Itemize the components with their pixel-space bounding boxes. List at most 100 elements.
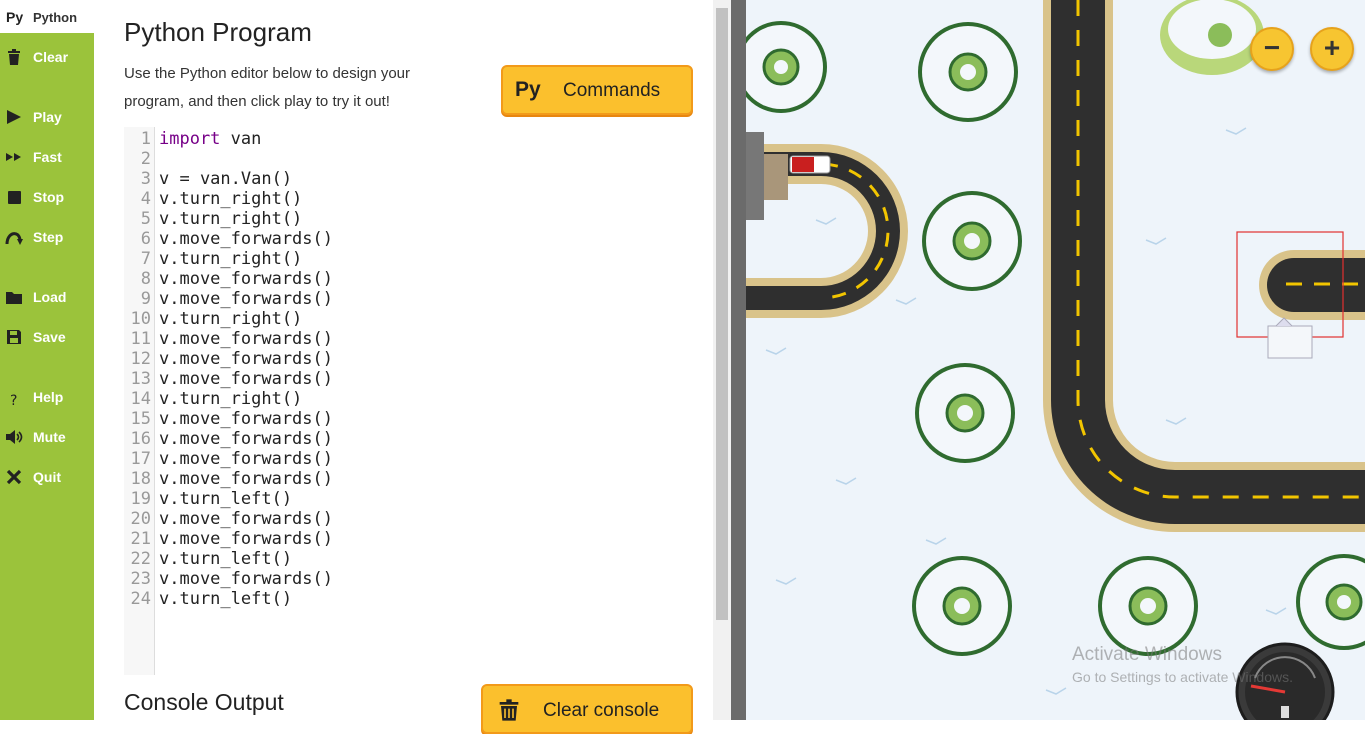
code-line[interactable]: 13 v.move_forwards() <box>124 369 684 389</box>
line-number: 2 <box>140 149 151 169</box>
code-rest: v.turn_right() <box>159 209 303 229</box>
fast-label: Fast <box>33 149 62 165</box>
code-rest: v.move_forwards() <box>159 229 333 249</box>
code-line[interactable]: 15 v.move_forwards() <box>124 409 684 429</box>
code-rest: v.turn_left() <box>159 589 293 609</box>
code-text: v.turn_left() <box>159 549 292 569</box>
save-button[interactable]: Save <box>0 323 94 351</box>
code-line[interactable]: 4 v.turn_right() <box>124 189 684 209</box>
code-line[interactable]: 21 v.move_forwards() <box>124 529 684 549</box>
code-editor[interactable]: 1 import van 2 3 v = van.Van() 4 v.turn_right(… <box>124 127 684 675</box>
line-number: 10 <box>130 309 151 329</box>
code-line[interactable]: 2 <box>124 149 684 169</box>
fast-forward-icon <box>6 153 21 161</box>
code-line[interactable]: 18 v.move_forwards() <box>124 469 684 489</box>
clear-console-button[interactable]: Clear console <box>481 684 693 734</box>
code-line[interactable]: 1 import van <box>124 129 684 149</box>
step-button[interactable]: Step <box>0 223 94 251</box>
help-label: Help <box>33 389 64 405</box>
code-line[interactable]: 16 v.move_forwards() <box>124 429 684 449</box>
code-text: v.turn_left() <box>159 589 292 609</box>
code-rest: v.turn_right() <box>159 189 303 209</box>
watermark-title: Activate Windows <box>1072 644 1222 665</box>
code-line[interactable]: 23 v.move_forwards() <box>124 569 684 589</box>
code-text: v.move_forwards() <box>159 269 333 289</box>
load-label: Load <box>33 289 67 305</box>
code-text: v.move_forwards() <box>159 569 333 589</box>
quit-label: Quit <box>33 469 61 485</box>
code-rest: v.move_forwards() <box>159 409 333 429</box>
code-line[interactable]: 20 v.move_forwards() <box>124 509 684 529</box>
line-number: 17 <box>130 449 151 469</box>
panel-divider[interactable] <box>731 0 746 720</box>
code-line[interactable]: 10 v.turn_right() <box>124 309 684 329</box>
fast-button[interactable]: Fast <box>0 143 94 171</box>
line-number: 22 <box>130 549 151 569</box>
python-icon: Py <box>6 9 24 25</box>
editor-scrollbar-thumb[interactable] <box>716 8 728 620</box>
minus-icon: − <box>1263 32 1281 63</box>
code-line[interactable]: 14 v.turn_right() <box>124 389 684 409</box>
line-number: 13 <box>130 369 151 389</box>
speaker-icon <box>6 430 23 444</box>
line-number: 16 <box>130 429 151 449</box>
save-label: Save <box>33 329 66 345</box>
code-rest: v = van.Van() <box>159 169 293 189</box>
code-line[interactable]: 7 v.turn_right() <box>124 249 684 269</box>
tree-icon <box>1098 556 1198 656</box>
zoom-out-button[interactable]: − <box>1250 27 1294 71</box>
line-number: 7 <box>140 249 151 269</box>
code-rest: v.move_forwards() <box>159 449 333 469</box>
tree-icon <box>912 556 1012 656</box>
line-number: 21 <box>130 529 151 549</box>
code-line[interactable]: 6 v.move_forwards() <box>124 229 684 249</box>
code-rest: v.move_forwards() <box>159 349 333 369</box>
code-lines[interactable]: 1 import van 2 3 v = van.Van() 4 v.turn_right(… <box>124 129 684 609</box>
code-text: v.turn_right() <box>159 189 302 209</box>
zoom-in-button[interactable]: + <box>1310 27 1354 71</box>
code-rest: v.move_forwards() <box>159 529 333 549</box>
code-text: v.move_forwards() <box>159 449 333 469</box>
map-canvas <box>746 0 1365 720</box>
line-number: 1 <box>140 129 151 149</box>
code-line[interactable]: 8 v.move_forwards() <box>124 269 684 289</box>
clear-button[interactable]: Clear <box>0 43 94 71</box>
code-line[interactable]: 11 v.move_forwards() <box>124 329 684 349</box>
code-rest: v.move_forwards() <box>159 269 333 289</box>
step-icon <box>5 232 23 245</box>
game-map[interactable]: − + Activate Windows Go to Settings to a… <box>746 0 1365 720</box>
code-text: v.turn_right() <box>159 249 302 269</box>
code-line[interactable]: 24 v.turn_left() <box>124 589 684 609</box>
tab-python[interactable]: Py Python <box>0 0 94 33</box>
code-line[interactable]: 3 v = van.Van() <box>124 169 684 189</box>
quit-button[interactable]: Quit <box>0 463 94 491</box>
code-line[interactable]: 12 v.move_forwards() <box>124 349 684 369</box>
line-number: 24 <box>130 589 151 609</box>
stop-button[interactable]: Stop <box>0 183 94 211</box>
code-line[interactable]: 22 v.turn_left() <box>124 549 684 569</box>
help-icon: ? <box>10 393 17 406</box>
code-rest: v.turn_left() <box>159 549 293 569</box>
code-rest: v.move_forwards() <box>159 569 333 589</box>
code-line[interactable]: 17 v.move_forwards() <box>124 449 684 469</box>
close-icon <box>6 469 22 485</box>
code-line[interactable]: 9 v.move_forwards() <box>124 289 684 309</box>
line-number: 14 <box>130 389 151 409</box>
step-label: Step <box>33 229 64 245</box>
load-button[interactable]: Load <box>0 283 94 311</box>
code-rest: v.move_forwards() <box>159 429 333 449</box>
sidebar: Py Python Clear Play Fast Stop Step Load… <box>0 0 94 720</box>
play-button[interactable]: Play <box>0 103 94 131</box>
svg-text:?: ? <box>10 393 17 406</box>
play-label: Play <box>33 109 62 125</box>
code-line[interactable]: 5 v.turn_right() <box>124 209 684 229</box>
code-text: v.move_forwards() <box>159 469 333 489</box>
code-line[interactable]: 19 v.turn_left() <box>124 489 684 509</box>
clear-label: Clear <box>33 49 69 65</box>
stop-label: Stop <box>33 189 65 205</box>
help-button[interactable]: ? Help <box>0 383 94 411</box>
commands-button[interactable]: Py Commands <box>501 65 693 115</box>
page-title: Python Program <box>124 17 312 47</box>
plus-icon: + <box>1323 32 1341 63</box>
mute-button[interactable]: Mute <box>0 423 94 451</box>
